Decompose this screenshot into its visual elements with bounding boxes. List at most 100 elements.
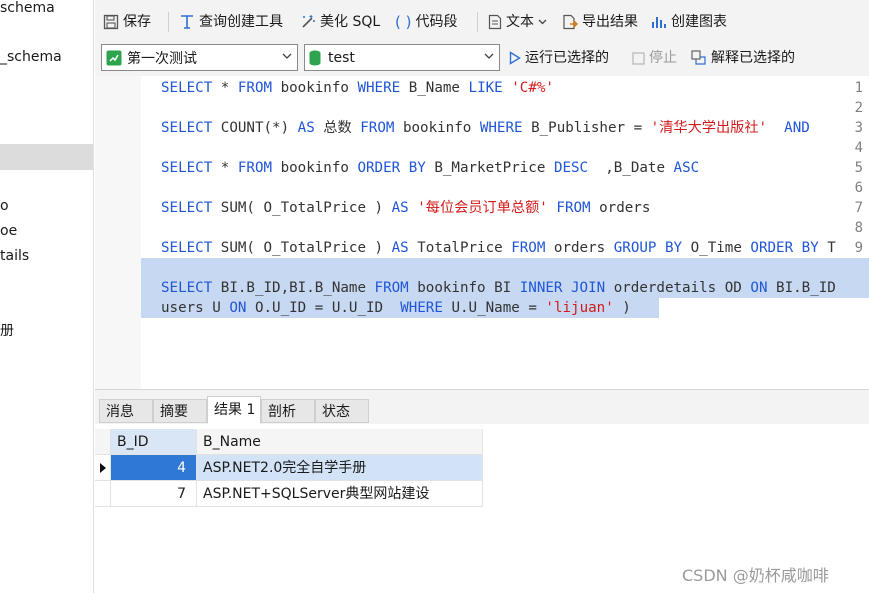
tab-profile[interactable]: 剖析 xyxy=(261,399,315,423)
sql-line[interactable]: SELECT BI.B_ID,BI.B_Name FROM bookinfo B… xyxy=(161,278,836,298)
explain-selected-button[interactable]: 解释已选择的 xyxy=(691,47,795,69)
play-icon xyxy=(509,51,521,65)
stop-button[interactable]: 停止 xyxy=(632,47,677,69)
export-icon xyxy=(563,14,578,30)
sql-keyword: LIKE xyxy=(468,80,503,96)
sql-line[interactable]: SELECT * FROM bookinfo WHERE B_Name LIKE… xyxy=(161,78,554,98)
run-selected-button[interactable]: 运行已选择的 xyxy=(509,47,609,69)
column-header-b-name[interactable]: B_Name xyxy=(197,429,483,455)
code-snippet-button[interactable]: ( ) 代码段 xyxy=(395,11,457,33)
parentheses-icon: ( ) xyxy=(395,13,412,31)
sql-text: bookinfo xyxy=(272,160,358,176)
sql-keyword: WHERE xyxy=(400,300,443,316)
sql-line[interactable]: users U ON O.U_ID = U.U_ID WHERE U.U_Nam… xyxy=(161,298,631,318)
current-row-indicator xyxy=(95,455,111,481)
chevron-down-icon xyxy=(484,53,494,59)
table-cell-b-id[interactable]: 7 xyxy=(111,481,197,507)
line-number: 2 xyxy=(854,100,863,116)
nav-item-5[interactable]: tails xyxy=(0,245,29,267)
chevron-down-icon xyxy=(538,19,547,25)
table-cell-b-name[interactable]: ASP.NET2.0完全自学手册 xyxy=(197,455,483,481)
sql-keyword: FROM xyxy=(556,200,591,216)
sql-line[interactable]: SELECT SUM( O_TotalPrice ) AS TotalPrice… xyxy=(161,238,836,258)
sql-keyword: ORDER BY xyxy=(750,240,819,256)
nav-item-6[interactable]: 册 xyxy=(0,320,14,342)
table-cell-b-id[interactable]: 4 xyxy=(111,455,197,481)
sql-text: orders xyxy=(545,240,614,256)
explain-selected-label: 解释已选择的 xyxy=(711,50,795,66)
create-chart-label: 创建图表 xyxy=(671,14,727,30)
connection-select[interactable]: 第一次测试 xyxy=(101,44,298,71)
sql-editor[interactable]: 1234567891011 SELECT * FROM bookinfo WHE… xyxy=(95,76,869,389)
beautify-sql-button[interactable]: 美化 SQL xyxy=(300,11,380,33)
sql-string: '每位会员订单总额' xyxy=(417,200,548,216)
chevron-down-icon xyxy=(282,53,292,59)
sql-keyword: SELECT xyxy=(161,240,213,256)
sql-text: orderdetails OD xyxy=(605,280,751,296)
sql-keyword: ON xyxy=(750,280,768,296)
sql-keyword: INNER JOIN xyxy=(519,280,606,296)
sql-string: 'lijuan' xyxy=(545,300,614,316)
create-chart-button[interactable]: 创建图表 xyxy=(651,11,727,33)
stop-icon xyxy=(632,51,645,65)
toolbar-separator xyxy=(168,12,169,32)
sql-text: BI.B_ID xyxy=(767,280,836,296)
row-indicator xyxy=(95,481,111,507)
toolbar-separator xyxy=(477,12,478,32)
object-navigator: schema _schema o oe tails 册 xyxy=(0,0,94,593)
selection-band xyxy=(141,258,869,278)
code-snippet-label: 代码段 xyxy=(415,14,458,30)
sql-line[interactable]: SELECT * FROM bookinfo ORDER BY B_Market… xyxy=(161,158,699,178)
result-tab-bar: 消息 摘要 结果 1 剖析 状态 xyxy=(95,390,869,424)
table-cell-b-name[interactable]: ASP.NET+SQLServer典型网站建设 xyxy=(197,481,483,507)
sql-keyword: FROM xyxy=(511,240,546,256)
sql-text: U.U_Name = xyxy=(442,300,546,316)
save-icon xyxy=(103,14,119,30)
nav-item-4[interactable]: oe xyxy=(0,220,17,242)
tab-result-1[interactable]: 结果 1 xyxy=(207,396,261,424)
export-result-button[interactable]: 导出结果 xyxy=(562,11,638,33)
row-indicator-header xyxy=(95,429,111,455)
sql-text: O_Time xyxy=(682,240,751,256)
sql-keyword: ORDER BY xyxy=(357,160,426,176)
nav-item-schema[interactable]: schema xyxy=(0,0,55,19)
sql-text: ,B_Date xyxy=(588,160,674,176)
tab-status[interactable]: 状态 xyxy=(315,399,369,423)
nav-item-schema-2[interactable]: _schema xyxy=(0,46,62,68)
database-select[interactable]: test xyxy=(304,44,500,71)
sql-text: BI.B_ID,BI.B_Name xyxy=(212,280,375,296)
tab-messages[interactable]: 消息 xyxy=(99,399,153,423)
sql-text: B_Name xyxy=(400,80,469,96)
document-icon xyxy=(488,14,502,30)
sql-keyword: FROM xyxy=(237,80,273,96)
chart-icon xyxy=(652,17,666,28)
tab-summary[interactable]: 摘要 xyxy=(153,399,207,423)
sql-line[interactable]: SELECT COUNT(*) AS 总数 FROM bookinfo WHER… xyxy=(161,118,810,138)
navigator-selected-row[interactable] xyxy=(0,144,93,170)
text-button[interactable]: 文本 xyxy=(488,11,547,33)
query-builder-button[interactable]: 查询创建工具 xyxy=(179,11,283,33)
sql-keyword: SELECT xyxy=(161,280,213,296)
sql-keyword: AND xyxy=(784,120,810,136)
magic-wand-icon xyxy=(302,15,315,28)
sql-text: users U xyxy=(161,300,230,316)
query-builder-icon xyxy=(181,15,193,29)
database-value: test xyxy=(328,49,355,66)
sql-keyword: DESC xyxy=(553,160,589,176)
sql-text: TotalPrice xyxy=(408,240,512,256)
sql-keyword: FROM xyxy=(237,160,273,176)
column-header-b-id[interactable]: B_ID xyxy=(111,429,197,455)
navicat-query-window: schema _schema o oe tails 册 保存 查询创建工具 美化… xyxy=(0,0,869,593)
sql-text: O.U_ID = U.U_ID xyxy=(246,300,401,316)
save-label: 保存 xyxy=(123,14,151,30)
sql-text: SUM( O_TotalPrice ) xyxy=(212,240,392,256)
nav-item-3[interactable]: o xyxy=(0,195,9,217)
sql-line[interactable]: SELECT SUM( O_TotalPrice ) AS '每位会员订单总额'… xyxy=(161,198,650,218)
sql-keyword: AS xyxy=(391,200,409,216)
save-button[interactable]: 保存 xyxy=(103,11,151,33)
row-pointer-icon xyxy=(100,463,106,473)
run-selected-label: 运行已选择的 xyxy=(525,50,609,66)
sql-keyword: WHERE xyxy=(479,120,523,136)
sql-keyword: SELECT xyxy=(161,160,213,176)
